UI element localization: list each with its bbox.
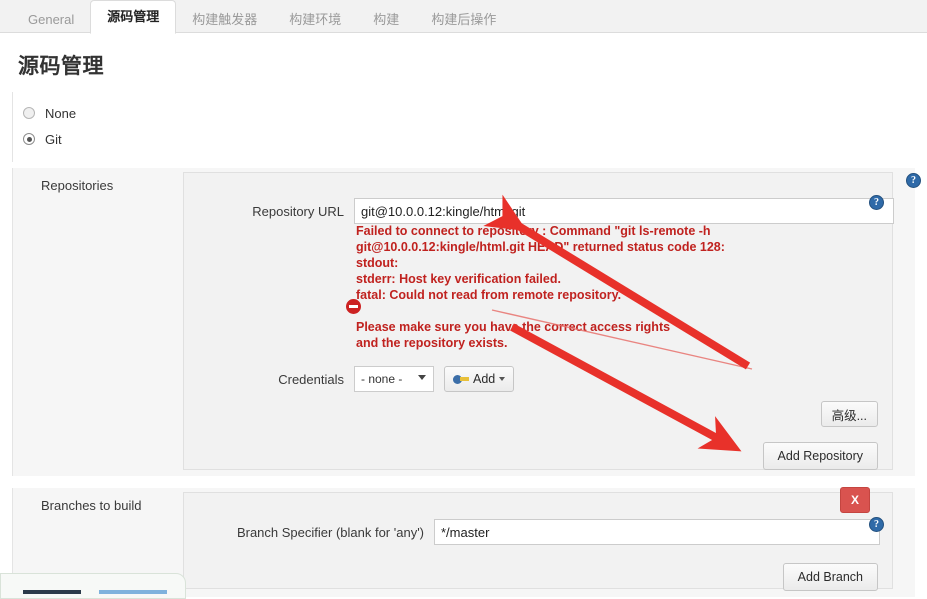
tab-strip: General 源码管理 构建触发器 构建环境 构建 构建后操作 xyxy=(0,0,927,34)
credentials-label: Credentials xyxy=(278,371,344,387)
radio-none-label: None xyxy=(45,105,77,121)
branches-panel: X Branch Specifier (blank for 'any') Add… xyxy=(183,487,893,591)
advanced-button[interactable]: 高级... xyxy=(820,401,878,427)
tab-post-build-actions[interactable]: 构建后操作 xyxy=(415,6,512,33)
add-credentials-label: Add xyxy=(473,372,496,386)
page-title: 源码管理 xyxy=(18,55,104,78)
repository-url-row: Repository URL xyxy=(224,198,894,224)
chevron-down-icon-add xyxy=(499,377,506,381)
repositories-section-label: Repositories xyxy=(41,178,114,193)
bottom-action-bar xyxy=(0,573,186,599)
delete-branch-button[interactable]: X xyxy=(840,487,870,513)
branch-specifier-input[interactable] xyxy=(434,519,880,545)
radio-git[interactable] xyxy=(23,133,35,145)
key-icon xyxy=(453,374,469,385)
repository-error-message: Failed to connect to repository : Comman… xyxy=(346,223,916,351)
help-icon-repository-url[interactable]: ? xyxy=(869,195,884,210)
radio-none[interactable] xyxy=(23,107,35,119)
scm-option-group: None Git xyxy=(12,92,927,162)
apply-button[interactable] xyxy=(99,590,167,594)
tab-source-code-management[interactable]: 源码管理 xyxy=(90,0,177,34)
add-repository-button[interactable]: Add Repository xyxy=(762,442,878,470)
repository-url-label: Repository URL xyxy=(252,203,344,219)
save-button[interactable] xyxy=(23,590,81,594)
tab-build-environment[interactable]: 构建环境 xyxy=(273,6,357,33)
tab-build-triggers[interactable]: 构建触发器 xyxy=(176,6,273,33)
help-icon-repositories-section[interactable]: ? xyxy=(906,173,921,188)
credentials-row: Credentials - none - Add xyxy=(224,366,515,392)
credentials-select[interactable]: - none - xyxy=(354,366,434,392)
tab-bar: General 源码管理 构建触发器 构建环境 构建 构建后操作 xyxy=(0,0,927,34)
scm-option-none[interactable]: None xyxy=(23,100,927,126)
scm-option-git[interactable]: Git xyxy=(23,126,927,152)
branch-specifier-row: Branch Specifier (blank for 'any') xyxy=(224,519,880,545)
tab-general[interactable]: General xyxy=(12,6,90,33)
error-text-primary: Failed to connect to repository : Comman… xyxy=(356,224,725,302)
help-icon-branch-specifier[interactable]: ? xyxy=(869,517,884,532)
repositories-section: Repositories Repository URL Failed to co… xyxy=(12,168,915,476)
radio-git-label: Git xyxy=(45,131,62,147)
add-branch-button[interactable]: Add Branch xyxy=(782,563,878,591)
error-no-entry-icon xyxy=(346,299,361,314)
add-credentials-button[interactable]: Add xyxy=(444,366,515,392)
branches-section-label: Branches to build xyxy=(41,498,142,513)
credentials-select-wrap: - none - xyxy=(354,366,434,392)
tab-build[interactable]: 构建 xyxy=(357,6,415,33)
repositories-panel: Repository URL Failed to connect to repo… xyxy=(183,172,894,470)
branch-specifier-label: Branch Specifier (blank for 'any') xyxy=(236,524,424,540)
repository-url-input[interactable] xyxy=(354,198,894,224)
error-text-secondary: Please make sure you have the correct ac… xyxy=(356,320,671,350)
